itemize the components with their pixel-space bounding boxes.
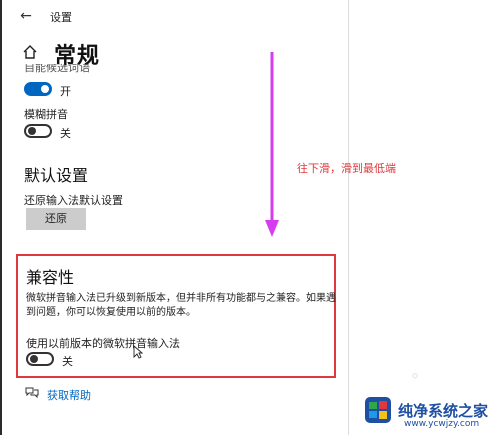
- old-version-toggle[interactable]: [26, 352, 54, 366]
- help-chat-icon: [25, 387, 39, 398]
- compatibility-description: 微软拼音输入法已升级到新版本，但并非所有功能都与之兼容。如果遇到问题，你可以恢复…: [26, 293, 336, 318]
- get-help-link[interactable]: 获取帮助: [47, 387, 91, 403]
- right-background: [348, 0, 500, 435]
- toggle-knob: [28, 127, 36, 135]
- annotation-text: 往下滑，滑到最低端: [297, 162, 396, 175]
- compatibility-heading: 兼容性: [26, 268, 75, 287]
- fuzzy-pinyin-toggle[interactable]: [24, 124, 52, 138]
- back-button[interactable]: ←: [16, 6, 36, 26]
- watermark-brand: 纯净系统之家: [398, 402, 489, 420]
- home-icon: [23, 45, 37, 59]
- down-arrow-icon: [265, 52, 279, 237]
- watermark-ghost-mark: ˚: [410, 372, 420, 396]
- defaults-heading: 默认设置: [24, 166, 89, 185]
- settings-window: ← 设置 常规 自能候选词语 开 模糊拼音 关 默认设置 还原输入法默认设置 还…: [2, 0, 348, 435]
- windows-logo-icon: [365, 397, 391, 423]
- cut-off-setting-label: 自能候选词语: [24, 64, 90, 73]
- old-version-label: 使用以前版本的微软拼音输入法: [26, 337, 180, 350]
- restore-button[interactable]: 还原: [26, 208, 86, 230]
- toggle-switch-on[interactable]: [24, 82, 52, 96]
- restore-defaults-label: 还原输入法默认设置: [24, 194, 123, 207]
- fuzzy-pinyin-state: 关: [60, 127, 71, 140]
- mouse-cursor-icon: [133, 345, 143, 359]
- toggle-state-text: 开: [60, 85, 71, 98]
- app-title: 设置: [50, 11, 72, 24]
- window-edge: [348, 0, 349, 435]
- old-version-state: 关: [62, 355, 73, 368]
- fuzzy-pinyin-label: 模糊拼音: [24, 108, 68, 121]
- title-bar: ← 设置: [2, 0, 348, 32]
- toggle-knob: [41, 85, 49, 93]
- watermark-url: www.ycwjzy.com: [404, 419, 480, 429]
- toggle-knob: [30, 355, 38, 363]
